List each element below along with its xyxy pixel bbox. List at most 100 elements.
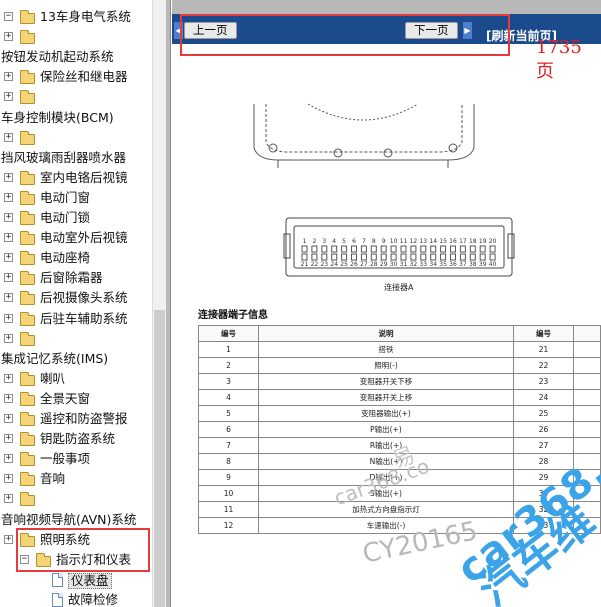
tree-group-text[interactable]: 音响视频导航(AVN)系统 xyxy=(1,512,136,527)
tree-item-label[interactable]: 室内电铬后视镜 xyxy=(40,170,128,185)
expand-icon[interactable]: + xyxy=(4,414,13,423)
tree-item[interactable]: + 后驻车辅助系统 xyxy=(0,309,152,329)
expand-icon[interactable]: + xyxy=(4,132,13,142)
table-row: 1 搭铁 21 xyxy=(198,341,601,358)
tree-item[interactable]: + 全景天窗 xyxy=(0,389,152,409)
pin-bottom xyxy=(390,253,397,261)
tree-item[interactable]: + 后视摄像头系统 xyxy=(0,288,152,308)
tree-item[interactable]: + 钥匙防盗系统 xyxy=(0,429,152,449)
tree-group-label[interactable]: 集成记忆系统(IMS) xyxy=(0,349,152,369)
tree-item-label[interactable]: 一般事项 xyxy=(40,452,90,466)
pin-number-cell: 10 xyxy=(198,485,259,502)
tree-item[interactable]: + 室内电铬后视镜 xyxy=(0,168,152,188)
tree-item[interactable]: + 电动座椅 xyxy=(0,248,152,268)
expand-icon[interactable]: + xyxy=(4,293,13,303)
expand-icon[interactable]: + xyxy=(4,373,13,383)
expand-icon[interactable]: + xyxy=(4,92,13,102)
tree-item[interactable]: + xyxy=(0,27,152,47)
pin-top xyxy=(400,245,407,253)
expand-icon[interactable]: + xyxy=(4,454,13,464)
tree-item[interactable]: + 电动室外后视镜 xyxy=(0,228,152,248)
tree-group-text[interactable]: 车身控制模块(BCM) xyxy=(1,110,114,125)
tree-item-label[interactable]: 后视摄像头系统 xyxy=(40,291,128,305)
pin-label-bottom: 27 xyxy=(360,261,368,268)
tree-group-text[interactable]: 挡风玻璃雨刮器喷水器 xyxy=(1,150,126,165)
pin-number-cell: 12 xyxy=(198,517,259,534)
tree-item[interactable]: + 喇叭 xyxy=(0,369,152,389)
tree-item[interactable]: 故障检修 xyxy=(0,590,152,607)
tree-item-label[interactable]: 音响 xyxy=(40,472,65,486)
tree-item[interactable]: 仪表盘 xyxy=(0,570,152,590)
pin-label-top: 19 xyxy=(479,238,487,245)
tree-item[interactable]: + xyxy=(0,128,152,148)
tree-item[interactable]: − 13车身电气系统 xyxy=(0,7,152,27)
tree-item[interactable]: + 保险丝和继电器 xyxy=(0,67,152,87)
pin-number-cell: 24 xyxy=(513,389,574,406)
tree-item[interactable]: + xyxy=(0,489,152,509)
tree-item[interactable]: + 遥控和防盗警报 xyxy=(0,409,152,429)
tree-item[interactable]: + 音响 xyxy=(0,469,152,489)
tree-item-label[interactable]: 全景天窗 xyxy=(40,391,90,406)
tree-item[interactable]: + 后窗除霜器 xyxy=(0,268,152,288)
tree-group-text[interactable]: 集成记忆系统(IMS) xyxy=(1,351,108,366)
pane-splitter[interactable] xyxy=(166,0,171,607)
tree-item-label[interactable]: 仪表盘 xyxy=(68,572,112,589)
tree-item-label[interactable]: 电动门锁 xyxy=(40,211,90,225)
pin-description-cell-2 xyxy=(573,405,601,422)
tree-item-label[interactable]: 电动室外后视镜 xyxy=(40,231,128,245)
expand-icon[interactable]: + xyxy=(4,494,13,504)
scrollbar-thumb[interactable] xyxy=(154,310,165,607)
pin-label-top: 11 xyxy=(400,238,408,245)
document-icon xyxy=(52,592,63,607)
tree-item-label[interactable]: 遥控和防盗警报 xyxy=(40,412,128,426)
expand-icon[interactable]: + xyxy=(4,434,13,444)
expand-icon[interactable]: + xyxy=(4,253,13,263)
folder-icon xyxy=(20,190,35,205)
tree-item[interactable]: + 一般事项 xyxy=(0,449,152,469)
folder-icon xyxy=(20,472,35,487)
table-row: 9 D输出(+) 29 xyxy=(198,469,601,486)
tree-group-text[interactable]: 按钮发动机起动系统 xyxy=(1,50,114,64)
connector-diagram: 1212223234245256267278289291030113112321… xyxy=(253,103,515,277)
tree-group-label[interactable]: 按钮发动机起动系统 xyxy=(0,47,152,67)
pin-label-bottom: 23 xyxy=(320,261,328,268)
tree-item-label[interactable]: 后驻车辅助系统 xyxy=(40,311,128,326)
expand-icon[interactable]: + xyxy=(4,333,13,343)
expand-icon[interactable]: + xyxy=(4,273,13,283)
tree-item[interactable]: + 电动门窗 xyxy=(0,188,152,208)
expand-icon[interactable]: + xyxy=(4,72,13,82)
pin-label-top: 7 xyxy=(362,238,366,245)
expand-icon[interactable]: + xyxy=(4,213,13,222)
tree-item-label[interactable]: 后窗除霜器 xyxy=(40,271,103,285)
expand-icon[interactable]: + xyxy=(4,474,13,484)
tree-item-label[interactable]: 电动座椅 xyxy=(40,251,90,265)
tree-group-label[interactable]: 音响视频导航(AVN)系统 xyxy=(0,510,152,530)
expand-icon[interactable]: + xyxy=(4,233,13,243)
expand-icon[interactable]: + xyxy=(4,313,13,323)
tree-item-label[interactable]: 13车身电气系统 xyxy=(40,10,131,24)
tree-item-label[interactable]: 保险丝和继电器 xyxy=(40,70,128,84)
tree-group-label[interactable]: 车身控制模块(BCM) xyxy=(0,108,152,128)
tree-item-label[interactable]: 喇叭 xyxy=(40,371,65,386)
expand-icon[interactable]: + xyxy=(4,192,13,202)
tree-item-label[interactable]: 电动门窗 xyxy=(40,190,90,205)
tree-group-label[interactable]: 挡风玻璃雨刮器喷水器 xyxy=(0,148,152,168)
expand-icon[interactable]: + xyxy=(4,393,13,403)
tree-item[interactable]: + xyxy=(0,329,152,349)
expand-icon[interactable]: + xyxy=(4,534,13,544)
folder-icon xyxy=(20,412,35,426)
expand-icon[interactable]: + xyxy=(4,172,13,182)
connector-caption: 连接器A xyxy=(384,283,414,292)
tree-item-label[interactable]: 钥匙防盗系统 xyxy=(40,432,115,446)
collapse-icon[interactable]: − xyxy=(4,12,13,21)
folder-icon xyxy=(20,251,35,266)
tree-item[interactable]: + 电动门锁 xyxy=(0,208,152,228)
pin-label-bottom: 33 xyxy=(419,261,427,268)
pin-top xyxy=(380,245,387,253)
pin-number-cell: 5 xyxy=(198,405,259,422)
tree-item-label[interactable]: 故障检修 xyxy=(68,592,118,607)
tree-item[interactable]: + xyxy=(0,87,152,107)
tree-scrollbar[interactable] xyxy=(152,0,166,607)
expand-icon[interactable]: + xyxy=(4,32,13,42)
navigation-tree[interactable]: − 13车身电气系统 + 按钮发动机起动系统 + 保险丝和继电器 + 车身控制模块(BCM) +… xyxy=(0,0,152,607)
